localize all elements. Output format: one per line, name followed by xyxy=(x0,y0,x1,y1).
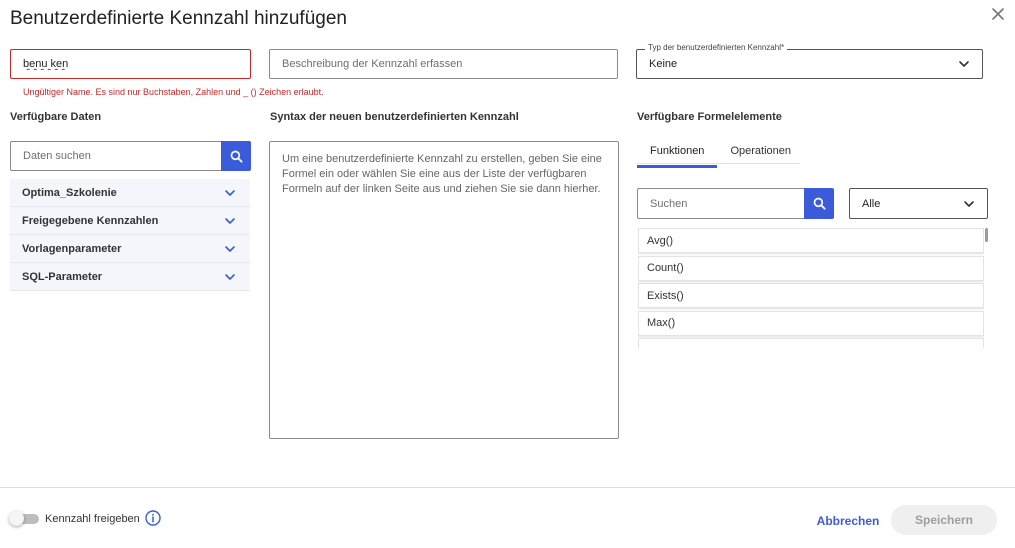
syntax-editor[interactable] xyxy=(269,141,619,439)
list-item[interactable]: Avg() xyxy=(638,228,984,253)
formula-search-button[interactable] xyxy=(804,188,834,219)
tab-functions[interactable]: Funktionen xyxy=(637,142,718,168)
syntax-textarea[interactable] xyxy=(282,152,606,428)
info-icon[interactable] xyxy=(145,510,161,526)
description-input[interactable] xyxy=(282,58,605,70)
data-search xyxy=(10,141,251,171)
share-measure-label: Kennzahl freigeben xyxy=(45,513,140,525)
list-item[interactable]: Max() xyxy=(638,310,984,336)
data-search-field[interactable] xyxy=(10,141,221,171)
cancel-button[interactable]: Abbrechen xyxy=(810,507,886,535)
data-group-label: Vorlagenparameter xyxy=(22,242,122,255)
function-list: Avg() Count() Exists() Max() xyxy=(638,228,984,348)
list-item[interactable]: Count() xyxy=(638,255,984,281)
function-category-select[interactable]: Alle xyxy=(849,188,988,219)
data-group-label: Freigegebene Kennzahlen xyxy=(22,214,159,227)
data-search-input[interactable] xyxy=(23,150,209,162)
chevron-down-icon xyxy=(225,189,235,196)
data-group-item[interactable]: Optima_Szkolenie xyxy=(10,179,250,207)
formula-search-input[interactable] xyxy=(650,197,792,210)
chevron-down-icon xyxy=(225,273,235,280)
dialog-title: Benutzerdefinierte Kennzahl hinzufügen xyxy=(10,8,347,29)
data-group-item[interactable]: SQL-Parameter xyxy=(10,263,250,291)
function-list-scrollbar[interactable] xyxy=(985,228,989,348)
function-category-value: Alle xyxy=(862,197,881,210)
save-button[interactable]: Speichern xyxy=(891,505,997,535)
chevron-down-icon xyxy=(225,217,235,224)
list-item[interactable]: Exists() xyxy=(638,283,984,309)
measure-type-value: Keine xyxy=(649,58,678,70)
search-icon xyxy=(230,150,243,163)
formula-elements-heading: Verfügbare Formelelemente xyxy=(637,111,782,123)
chevron-down-icon xyxy=(964,200,974,207)
formula-tabs: Funktionen Operationen xyxy=(637,142,804,168)
chevron-down-icon xyxy=(959,61,969,67)
measure-type-select[interactable]: Keine xyxy=(636,49,983,79)
name-field[interactable] xyxy=(10,49,251,79)
data-group-label: Optima_Szkolenie xyxy=(22,186,117,199)
scrollbar-thumb[interactable] xyxy=(985,228,988,242)
data-search-button[interactable] xyxy=(221,141,251,171)
data-group-item[interactable]: Vorlagenparameter xyxy=(10,235,250,263)
available-data-heading: Verfügbare Daten xyxy=(10,111,102,123)
syntax-heading: Syntax der neuen benutzerdefinierten Ken… xyxy=(270,111,519,123)
footer-divider xyxy=(0,487,1015,488)
data-group-item[interactable]: Freigegebene Kennzahlen xyxy=(10,207,250,235)
chevron-down-icon xyxy=(225,245,235,252)
formula-search xyxy=(637,188,834,219)
tab-operations[interactable]: Operationen xyxy=(717,142,804,168)
data-group-label: SQL-Parameter xyxy=(22,270,103,283)
name-input[interactable] xyxy=(23,58,238,70)
data-groups: Optima_Szkolenie Freigegebene Kennzahlen… xyxy=(10,179,250,291)
search-icon xyxy=(813,197,826,210)
name-error-message: Ungültiger Name. Es sind nur Buchstaben,… xyxy=(23,87,324,97)
measure-type-label: Typ der benutzerdefinierten Kennzahl* xyxy=(645,43,788,52)
toggle-knob[interactable] xyxy=(9,511,24,526)
formula-search-field[interactable] xyxy=(637,188,804,219)
close-icon[interactable] xyxy=(989,5,1007,23)
description-field[interactable] xyxy=(269,49,618,79)
list-item[interactable] xyxy=(638,338,984,348)
